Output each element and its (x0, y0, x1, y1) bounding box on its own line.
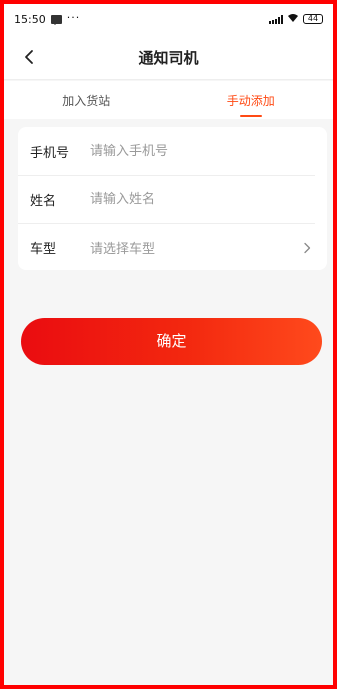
tab-bar: 加入货站 手动添加 (4, 81, 333, 119)
phone-label: 手机号 (30, 145, 70, 161)
tab-join-station[interactable]: 加入货站 (4, 81, 169, 119)
vehicle-type-row[interactable]: 车型 请选择车型 (18, 223, 315, 271)
name-label: 姓名 (30, 194, 57, 209)
name-input[interactable] (90, 184, 315, 215)
phone-input[interactable] (90, 136, 315, 166)
status-right: 44 (269, 13, 323, 25)
more-dots: ··· (66, 10, 81, 24)
status-time: 15:50 (14, 12, 46, 26)
status-bar: 15:50 ··· 44 (4, 4, 333, 34)
tab-label: 手动添加 (226, 94, 275, 108)
wifi-icon (287, 13, 299, 25)
driver-form: 手机号 姓名 车型 请选择车型 (18, 127, 327, 270)
vehicle-type-select[interactable]: 请选择车型 (90, 238, 315, 257)
confirm-button[interactable]: 确定 (21, 318, 322, 365)
tab-active-indicator (239, 115, 262, 117)
name-row: 姓名 (18, 175, 315, 223)
status-left: 15:50 ··· (14, 10, 81, 26)
tab-label: 加入货站 (62, 94, 111, 108)
signal-icon (269, 14, 283, 24)
nav-bar: 通知司机 (4, 34, 333, 80)
phone-row: 手机号 (18, 127, 315, 175)
page-title: 通知司机 (138, 49, 199, 67)
app-frame: 15:50 ··· 44 通知司机 加入货站 手动添加 手机号 请输入手机号 姓… (0, 0, 337, 689)
message-icon (50, 14, 62, 25)
chevron-right-icon (304, 242, 311, 254)
vehicle-type-label: 车型 (30, 242, 57, 257)
tab-manual-add[interactable]: 手动添加 (169, 81, 334, 119)
battery-icon: 44 (303, 14, 323, 24)
